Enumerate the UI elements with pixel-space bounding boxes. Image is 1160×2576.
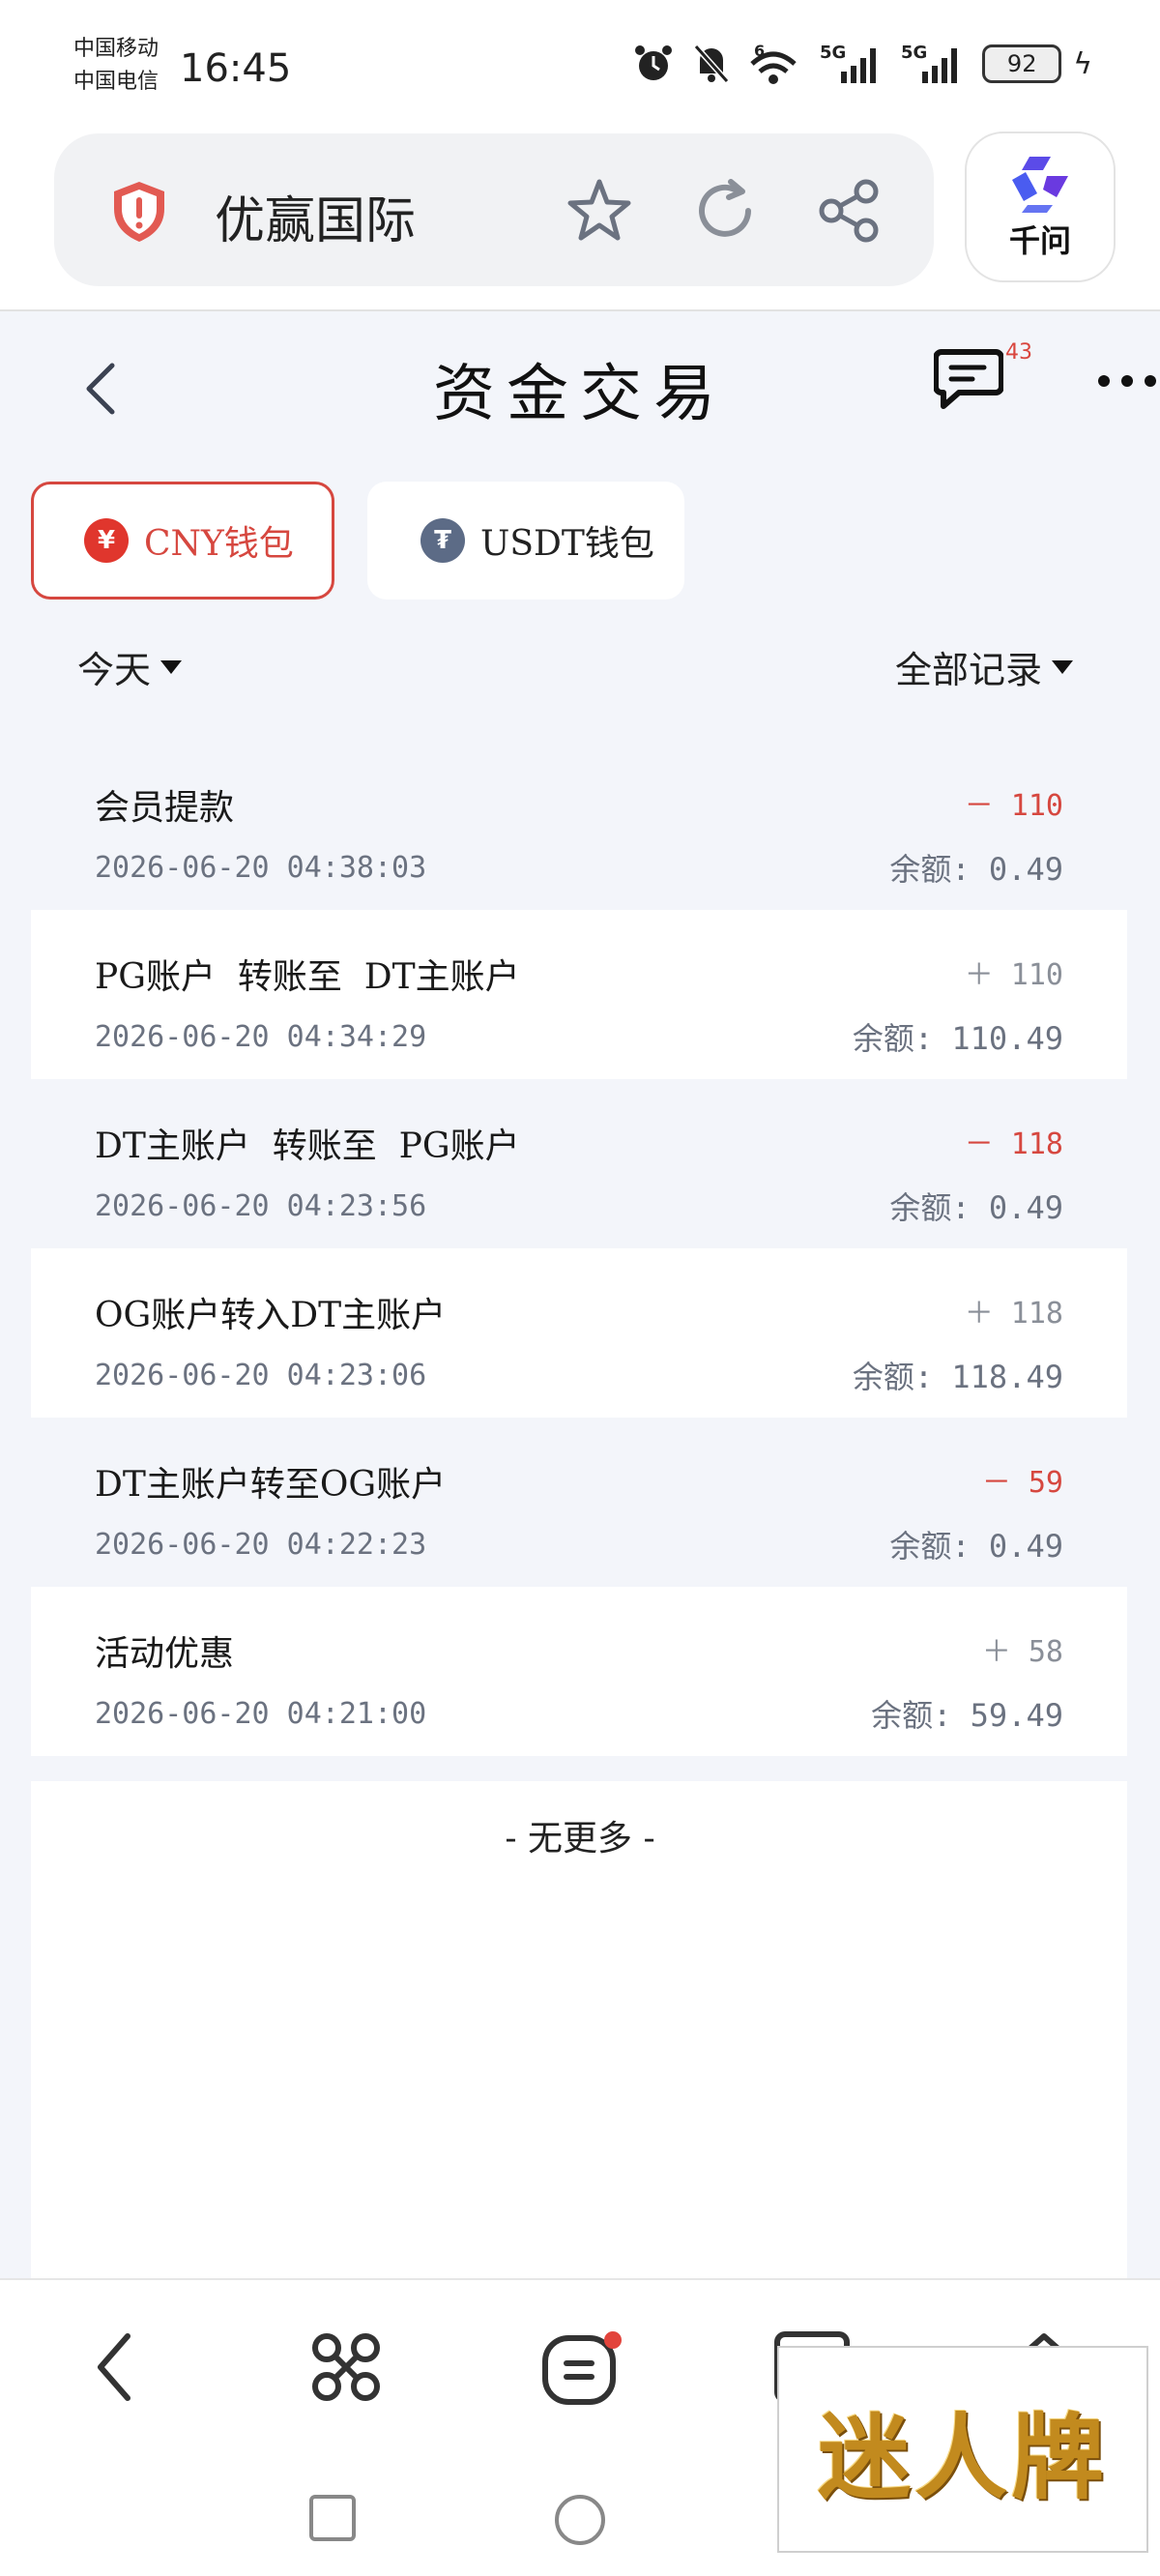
record-title: 活动优惠 [95,1634,235,1674]
caret-down-icon [1052,659,1073,674]
carrier-1: 中国移动 [73,37,160,61]
status-bar: 中国移动 中国电信 16:45 6 5G 5G 92 ϟ [0,0,1160,126]
end-of-list-text: - 无更多 - [505,1819,655,1859]
record-time: 2026-06-20 04:23:56 [95,1189,427,1223]
address-bar[interactable]: 优赢国际 [54,133,934,286]
record-balance: 余额: 59.49 [871,1697,1063,1734]
carrier-2: 中国电信 [73,70,160,94]
signal-5g-icon: 5G [820,43,877,83]
tether-icon: ₮ [420,518,465,563]
status-icons: 6 5G 5G 92 ϟ [632,43,1092,85]
share-icon[interactable] [816,178,882,244]
date-filter-label: 今天 [77,649,152,691]
tab-usdt-wallet[interactable]: ₮ USDT钱包 [367,482,684,600]
svg-text:5G: 5G [901,43,927,63]
qianwen-logo-icon [1012,157,1068,213]
mute-bell-icon [693,44,730,83]
record-amount: － 118 [964,1127,1063,1161]
caret-down-icon [160,659,183,674]
qianwen-assistant-button[interactable]: 千问 [965,132,1116,282]
alarm-icon [635,45,673,80]
list-item[interactable]: DT主账户转至OG账户 2026-06-20 04:22:23 － 59 余额:… [31,1418,1127,1587]
recent-apps-icon[interactable] [307,2493,358,2543]
wifi-icon: 6 [750,43,797,84]
record-time: 2026-06-20 04:22:23 [95,1528,427,1562]
menu-icon[interactable] [541,2330,623,2408]
record-title: DT主账户转至OG账户 [95,1465,447,1505]
record-time: 2026-06-20 04:23:06 [95,1359,427,1392]
record-type-dropdown[interactable]: 全部记录 [895,640,1073,693]
chat-icon[interactable] [934,348,1003,412]
record-balance: 余额: 0.49 [889,851,1063,888]
tab-cny-label: CNY钱包 [144,524,294,564]
chat-badge: 43 [1005,340,1032,365]
list-item[interactable]: 活动优惠 2026-06-20 04:21:00 ＋ 58 余额: 59.49 [31,1587,1127,1756]
more-icon[interactable] [1096,373,1158,389]
carrier-labels: 中国移动 中国电信 [73,33,159,99]
watermark-text: 迷人牌 [818,2402,1108,2512]
record-title: OG账户转入DT主账户 [95,1296,447,1335]
record-type-label: 全部记录 [894,649,1042,691]
record-balance: 余额: 118.49 [852,1359,1063,1395]
back-arrow-icon[interactable] [93,2330,135,2404]
shield-icon[interactable] [110,180,168,244]
list-item[interactable]: PG账户 转账至 DT主账户 2026-06-20 04:34:29 ＋ 110… [31,910,1127,1079]
charging-icon: ϟ [1073,46,1092,81]
yuan-icon: ¥ [84,518,129,563]
record-time: 2026-06-20 04:38:03 [95,851,427,885]
browser-toolbar: 优赢国际 千问 [0,126,1160,311]
record-title: 会员提款 [95,788,235,828]
refresh-icon[interactable] [692,178,758,244]
filter-row: 今天 全部记录 [0,640,1160,698]
tab-usdt-label: USDT钱包 [480,524,654,564]
status-time: 16:45 [180,46,292,91]
svg-text:5G: 5G [820,43,846,63]
record-amount: － 110 [964,789,1063,823]
home-circle-icon[interactable] [553,2493,607,2547]
star-icon[interactable] [565,176,634,246]
record-amount: ＋ 110 [964,958,1063,992]
date-filter-dropdown[interactable]: 今天 [77,640,183,693]
record-time: 2026-06-20 04:21:00 [95,1697,427,1731]
funds-transaction-page: 资金交易 43 ¥ CNY钱包 ₮ USDT钱包 今天 全部记录 会员提款 20… [0,311,1160,2278]
list-item[interactable]: 会员提款 2026-06-20 04:38:03 － 110 余额: 0.49 [31,741,1127,910]
watermark-logo: 迷人牌 [777,2346,1148,2553]
record-balance: 余额: 0.49 [889,1528,1063,1565]
signal-5g-icon-2: 5G [901,43,958,83]
app-header: 资金交易 43 [0,311,1160,454]
record-amount: ＋ 118 [964,1297,1063,1331]
transaction-list: 会员提款 2026-06-20 04:38:03 － 110 余额: 0.49 … [31,741,1127,1756]
qianwen-label: 千问 [1008,222,1071,259]
record-time: 2026-06-20 04:34:29 [95,1020,427,1054]
record-title: PG账户 转账至 DT主账户 [95,957,520,997]
record-balance: 余额: 0.49 [889,1189,1063,1226]
record-title: DT主账户 转账至 PG账户 [95,1127,520,1166]
list-item[interactable]: OG账户转入DT主账户 2026-06-20 04:23:06 ＋ 118 余额… [31,1248,1127,1418]
list-item[interactable]: DT主账户 转账至 PG账户 2026-06-20 04:23:56 － 118… [31,1079,1127,1248]
tab-cny-wallet[interactable]: ¥ CNY钱包 [31,482,334,600]
wallet-tabs: ¥ CNY钱包 ₮ USDT钱包 [0,482,1160,601]
site-name[interactable]: 优赢国际 [215,180,416,252]
record-amount: － 59 [981,1466,1063,1500]
record-amount: ＋ 58 [981,1635,1063,1669]
record-balance: 余额: 110.49 [852,1020,1063,1057]
battery-indicator: 92 [982,44,1062,83]
apps-icon[interactable] [309,2330,383,2404]
